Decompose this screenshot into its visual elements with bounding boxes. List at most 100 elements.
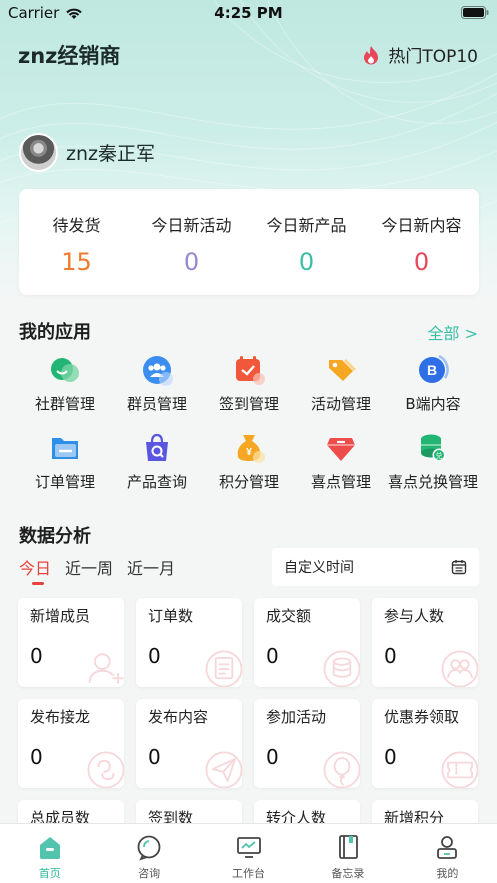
notebook-icon — [339, 835, 358, 859]
custom-time-picker[interactable]: 自定义时间 — [272, 548, 479, 586]
metric-label: 参与人数 — [384, 607, 445, 625]
coupon-icon — [441, 751, 478, 788]
metric-card[interactable]: 成交额 0 — [254, 598, 360, 687]
nav-label: 备忘录 — [331, 867, 365, 880]
app-item[interactable]: 活动管理 — [295, 352, 387, 416]
metric-value: 0 — [148, 745, 161, 769]
user-name: znz秦正军 — [66, 143, 155, 165]
metric-label: 新增成员 — [30, 607, 91, 625]
status-bar: Carrier 4:25 PM — [0, 0, 497, 26]
avatar[interactable] — [19, 133, 58, 172]
chain-icon — [87, 751, 124, 788]
send-icon — [205, 751, 242, 788]
flame-icon — [364, 45, 379, 64]
shopping-bag-search-icon — [146, 433, 168, 461]
metric-card[interactable]: 参加活动 0 — [254, 699, 360, 788]
metric-card[interactable]: 发布接龙 0 — [18, 699, 124, 788]
app-item[interactable]: 社群管理 — [19, 352, 111, 416]
app-item[interactable]: 兑喜点兑换管理 — [387, 430, 479, 494]
calendar-check-icon — [236, 356, 265, 385]
metric-card[interactable]: 新增成员 0 — [18, 598, 124, 687]
nav-label: 我的 — [436, 867, 459, 880]
app-label: 积分管理 — [218, 473, 279, 491]
metric-value: 0 — [30, 745, 43, 769]
apps-section-title: 我的应用 — [19, 322, 91, 343]
metric-card[interactable]: 参与人数 0 — [372, 598, 478, 687]
hot-top10-label: 热门TOP10 — [388, 47, 478, 67]
stat-label: 今日新产品 — [266, 216, 347, 235]
app-label: 活动管理 — [310, 395, 371, 413]
app-label: B端内容 — [405, 395, 461, 413]
order-doc-icon — [205, 650, 242, 687]
nav-label: 咨询 — [138, 867, 161, 880]
metric-card[interactable]: 发布内容 0 — [136, 699, 242, 788]
stat-item[interactable]: 今日新活动 0 — [134, 189, 249, 295]
metric-label: 发布接龙 — [30, 708, 91, 726]
chat-icon — [137, 835, 161, 861]
user-profile[interactable]: znz秦正军 — [19, 133, 155, 172]
app-item[interactable]: 产品查询 — [111, 430, 203, 494]
nav-label: 工作台 — [232, 867, 266, 880]
nav-item[interactable]: 咨询 — [99, 824, 198, 883]
app-label: 喜点管理 — [310, 473, 371, 491]
app-item[interactable]: 签到管理 — [203, 352, 295, 416]
app-label: 喜点兑换管理 — [387, 473, 478, 491]
app-item[interactable]: 喜点管理 — [295, 430, 387, 494]
metric-label: 参加活动 — [266, 708, 327, 726]
today-stats-card: 待发货 15 今日新活动 0 今日新产品 0 今日新内容 0 — [19, 189, 479, 295]
stat-label: 今日新活动 — [151, 216, 232, 235]
home-icon — [39, 837, 60, 859]
calendar-icon — [451, 560, 467, 575]
metric-label: 优惠券领取 — [384, 708, 460, 726]
time-range-tabs: 今日 近一周 近一月 — [19, 555, 175, 585]
app-item[interactable]: 订单管理 — [19, 430, 111, 494]
stat-value: 0 — [298, 248, 315, 276]
metric-value: 0 — [384, 745, 397, 769]
metric-value: 0 — [384, 644, 397, 668]
custom-time-label: 自定义时间 — [284, 560, 354, 576]
balloon-icon — [323, 751, 360, 788]
time-tab[interactable]: 近一周 — [65, 555, 113, 585]
battery-icon — [461, 6, 489, 19]
svg-text:B: B — [427, 362, 437, 378]
community-icon — [51, 358, 79, 382]
monitor-icon — [236, 837, 261, 858]
stat-label: 待发货 — [52, 216, 101, 235]
app-item[interactable]: 群员管理 — [111, 352, 203, 416]
time-tab[interactable]: 近一月 — [127, 555, 175, 585]
app-item[interactable]: B B端内容 — [387, 352, 479, 416]
app-label: 社群管理 — [34, 395, 95, 413]
people-icon — [441, 650, 478, 687]
stat-value: 15 — [61, 248, 92, 276]
stat-label: 今日新内容 — [381, 216, 462, 235]
coin-stack-icon — [323, 650, 360, 687]
gem-icon — [327, 438, 355, 461]
metric-value: 0 — [266, 745, 279, 769]
nav-item[interactable]: 首页 — [0, 824, 99, 883]
metric-label: 订单数 — [148, 607, 194, 625]
metric-label: 成交额 — [266, 607, 312, 625]
profile-icon — [437, 836, 458, 859]
svg-text:兑: 兑 — [436, 451, 443, 460]
metric-card[interactable]: 优惠券领取 0 — [372, 699, 478, 788]
metric-card[interactable]: 订单数 0 — [136, 598, 242, 687]
hot-top10-link[interactable]: 热门TOP10 — [362, 42, 478, 67]
clock: 4:25 PM — [214, 4, 283, 22]
nav-item[interactable]: 工作台 — [199, 824, 298, 883]
stat-value: 0 — [413, 248, 430, 276]
app-item[interactable]: ¥ 积分管理 — [203, 430, 295, 494]
bottom-nav: 首页 咨询 工作台 备忘录 我的 — [0, 823, 497, 883]
time-tab[interactable]: 今日 — [19, 555, 51, 585]
stat-item[interactable]: 待发货 15 — [19, 189, 134, 295]
see-all-apps-link[interactable]: 全部 > — [428, 320, 479, 344]
nav-item[interactable]: 备忘录 — [298, 824, 397, 883]
svg-text:¥: ¥ — [246, 447, 252, 458]
metric-label: 发布内容 — [148, 708, 209, 726]
stat-item[interactable]: 今日新内容 0 — [364, 189, 479, 295]
stat-item[interactable]: 今日新产品 0 — [249, 189, 364, 295]
apps-grid: 社群管理 群员管理 签到管理 活动管理 B B端内容 订单管理 产品查询 ¥ 积分管理 喜点管理兑喜… — [19, 352, 479, 494]
nav-item[interactable]: 我的 — [398, 824, 497, 883]
metric-value: 0 — [148, 644, 161, 668]
members-icon — [143, 356, 173, 386]
stat-value: 0 — [183, 248, 200, 276]
